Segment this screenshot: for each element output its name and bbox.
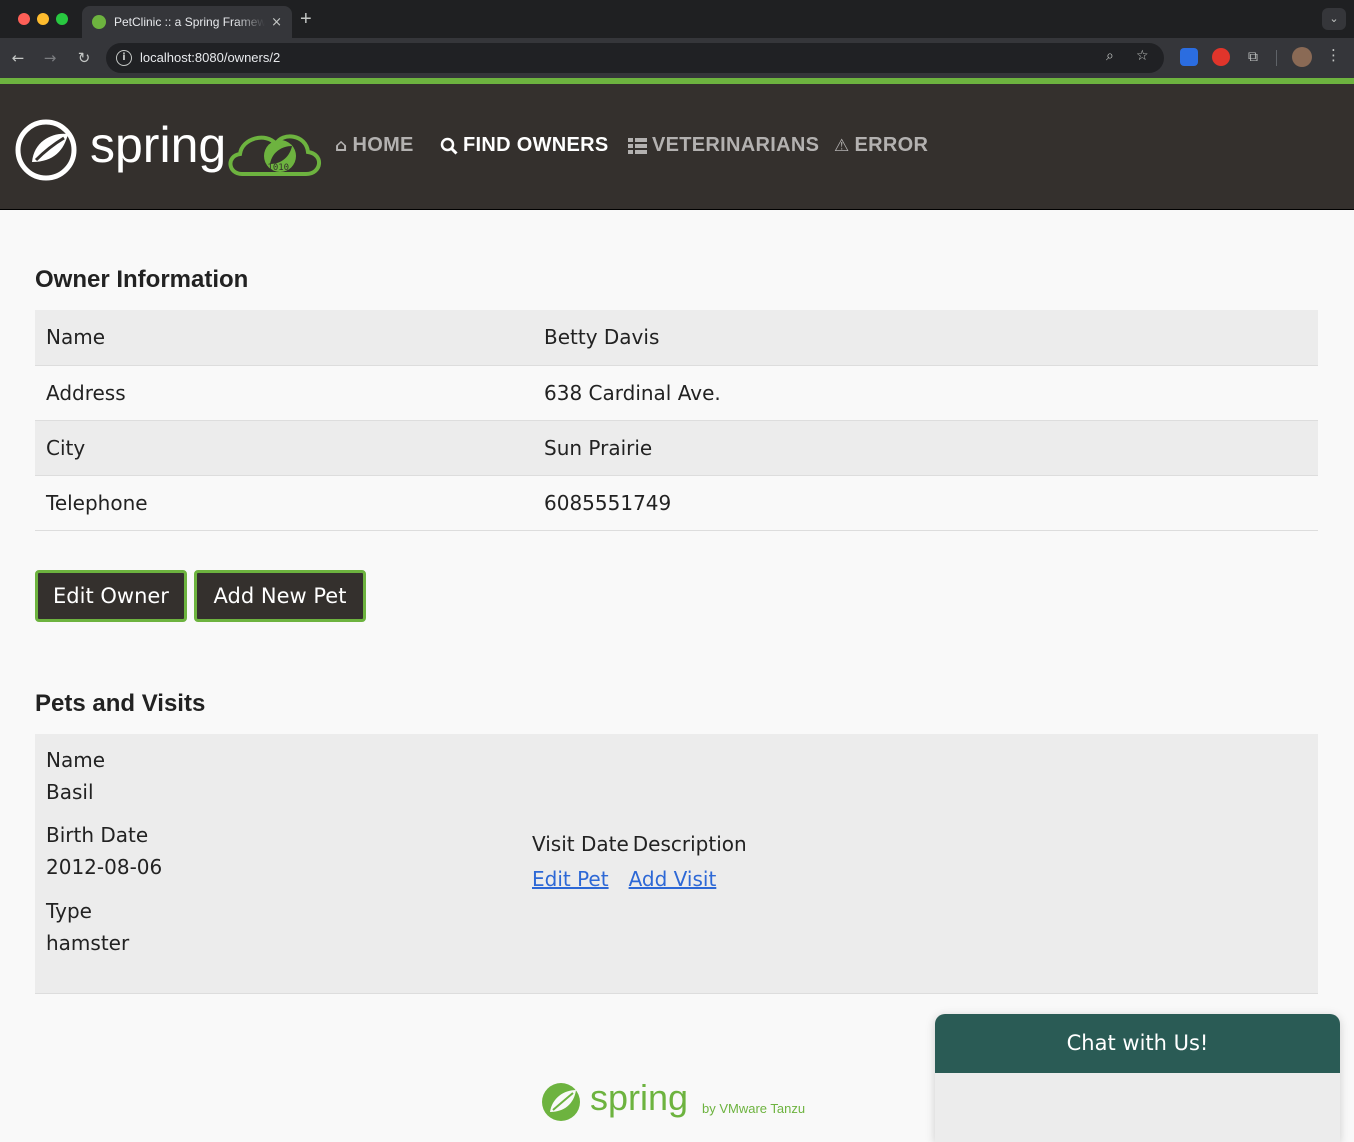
pet-record: Name Basil Birth Date 2012-08-06 Type ha…	[35, 734, 1318, 994]
site-info-icon[interactable]: i	[116, 50, 132, 66]
browser-menu-icon[interactable]: ⋮	[1326, 46, 1341, 64]
bookmark-star-icon[interactable]: ☆	[1136, 48, 1149, 64]
list-icon	[628, 137, 647, 154]
minimize-window-button[interactable]	[37, 13, 49, 25]
footer-by-text: by VMware Tanzu	[702, 1101, 806, 1116]
browser-tab[interactable]: PetClinic :: a Spring Framework demonstr…	[82, 6, 292, 38]
search-icon	[440, 137, 458, 155]
pet-birth-date-value: 2012-08-06	[46, 855, 163, 879]
add-new-pet-button[interactable]: Add New Pet	[194, 570, 366, 622]
spring-petclinic-logo[interactable]: spring 01010	[14, 117, 324, 186]
owner-telephone-label: Telephone	[35, 475, 533, 531]
toolbar-divider	[1276, 50, 1277, 66]
pet-type-value: hamster	[46, 931, 130, 955]
adblock-extension-icon[interactable]	[1212, 48, 1230, 66]
zoom-icon[interactable]: ⌕	[1106, 48, 1114, 64]
add-visit-link[interactable]: Add Visit	[629, 863, 717, 895]
extension-icon[interactable]	[1180, 48, 1198, 66]
footer-spring-logo: spring by VMware Tanzu	[540, 1078, 805, 1122]
svg-text:spring: spring	[90, 118, 226, 173]
nav-home-label: HOME	[352, 134, 414, 156]
nav-error-label: ERROR	[854, 134, 929, 156]
owner-telephone-value: 6085551749	[533, 475, 1318, 531]
svg-text:spring: spring	[590, 1078, 688, 1118]
edit-pet-link[interactable]: Edit Pet	[532, 863, 609, 895]
address-bar[interactable]: i localhost:8080/owners/2 ⌕ ☆	[106, 43, 1164, 73]
address-url[interactable]: localhost:8080/owners/2	[140, 50, 280, 65]
maximize-window-button[interactable]	[56, 13, 68, 25]
visit-description-header: Description	[632, 832, 747, 856]
browser-toolbar: ← → ↻ i localhost:8080/owners/2 ⌕ ☆ ⧉ ⋮	[0, 38, 1354, 78]
nav-veterinarians-label: VETERINARIANS	[652, 134, 820, 156]
extensions-puzzle-icon[interactable]: ⧉	[1244, 48, 1262, 66]
svg-text:01010: 01010	[262, 163, 289, 173]
close-window-button[interactable]	[18, 13, 30, 25]
pet-name-label: Name	[46, 748, 106, 772]
pet-name-field: Name Basil	[46, 744, 105, 808]
table-row: Name Betty Davis	[35, 310, 1318, 366]
owner-address-label: Address	[35, 365, 533, 421]
pet-name-value: Basil	[46, 780, 94, 804]
spring-leaf-icon: spring	[542, 1078, 688, 1121]
pet-type-field: Type hamster	[46, 895, 129, 959]
forward-arrow-icon[interactable]: →	[38, 46, 62, 70]
app-navbar: spring 01010 ⌂ HOME FIND OWNERS VETERINA…	[0, 84, 1354, 210]
owner-info-table: Name Betty Davis Address 638 Cardinal Av…	[35, 310, 1318, 531]
pet-birth-date-label: Birth Date	[46, 823, 149, 847]
owner-name-value: Betty Davis	[533, 310, 1318, 366]
table-row: City Sun Prairie	[35, 420, 1318, 476]
table-row: Address 638 Cardinal Ave.	[35, 365, 1318, 421]
owner-city-value: Sun Prairie	[533, 420, 1318, 476]
nav-error[interactable]: ⚠ ERROR	[834, 134, 928, 157]
pet-birth-date-field: Birth Date 2012-08-06	[46, 819, 162, 883]
table-row: Telephone 6085551749	[35, 475, 1318, 531]
chat-header[interactable]: Chat with Us!	[935, 1014, 1340, 1073]
visits-header-row: Visit Date Description	[532, 828, 747, 860]
nav-find-owners[interactable]: FIND OWNERS	[440, 134, 609, 157]
owner-name-label: Name	[35, 310, 533, 366]
edit-owner-button[interactable]: Edit Owner	[35, 570, 187, 622]
nav-find-owners-label: FIND OWNERS	[463, 134, 609, 156]
spring-leaf-icon	[92, 15, 106, 29]
warning-icon: ⚠	[834, 135, 850, 156]
browser-titlebar: PetClinic :: a Spring Framework demonstr…	[0, 0, 1354, 38]
pet-actions: Edit Pet Add Visit	[532, 863, 747, 895]
tab-search-chevron-icon[interactable]: ⌄	[1322, 8, 1346, 30]
owner-city-label: City	[35, 420, 533, 476]
visits-table: Visit Date Description Edit Pet Add Visi…	[532, 828, 747, 895]
back-arrow-icon[interactable]: ←	[6, 46, 30, 70]
tab-close-button[interactable]: ×	[271, 15, 282, 30]
nav-home[interactable]: ⌂ HOME	[335, 134, 414, 157]
nav-veterinarians[interactable]: VETERINARIANS	[628, 134, 819, 157]
pet-type-label: Type	[46, 899, 92, 923]
reload-icon[interactable]: ↻	[72, 46, 96, 70]
chat-widget[interactable]: Chat with Us!	[935, 1014, 1340, 1142]
owner-info-heading: Owner Information	[35, 266, 249, 293]
home-icon: ⌂	[335, 135, 348, 156]
tab-title: PetClinic :: a Spring Framework demonstr…	[114, 15, 266, 29]
new-tab-button[interactable]: +	[300, 8, 312, 31]
owner-address-value: 638 Cardinal Ave.	[533, 365, 1318, 421]
profile-avatar[interactable]	[1292, 47, 1312, 67]
visit-date-header: Visit Date	[532, 832, 629, 856]
pets-visits-heading: Pets and Visits	[35, 690, 206, 717]
